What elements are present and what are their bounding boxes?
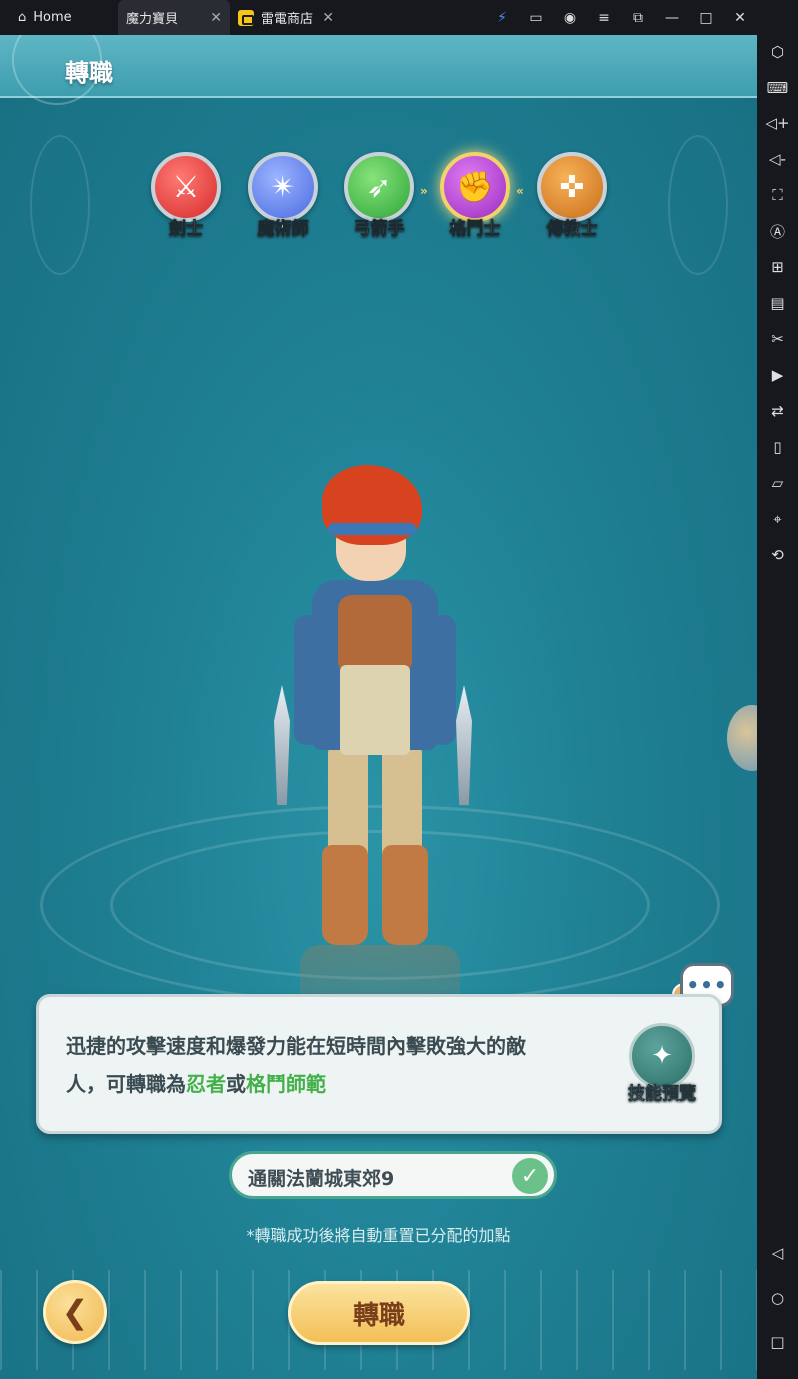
description-connector: 或 (226, 1072, 246, 1096)
selected-right-arrow-icon: « (516, 184, 524, 198)
close-tab-icon[interactable]: ✕ (210, 10, 222, 26)
tab-store-label: 雷電商店 (261, 12, 314, 27)
popout-icon[interactable]: ⧉ (621, 0, 655, 35)
npc-avatar-edge (727, 705, 757, 771)
sync-icon[interactable]: ⇄ (757, 396, 798, 426)
location-icon[interactable]: ⌖ (757, 504, 798, 534)
record-video-icon[interactable]: ▶ (757, 360, 798, 390)
shake-icon[interactable]: ▯ (757, 432, 798, 462)
class-archer[interactable]: ➶ 弓箭手 (339, 152, 419, 239)
fist-icon: ✊ (440, 152, 510, 222)
volume-up-icon[interactable]: ◁+ (757, 108, 798, 138)
class-selector: ⚔ 劍士 ✴ 魔術師 ➶ 弓箭手 » ✊ 格鬥士 « ✜ 傳教士 (0, 152, 757, 272)
class-priest[interactable]: ✜ 傳教士 (532, 152, 612, 239)
tab-home-label: Home (33, 10, 72, 25)
game-header: 轉職 (0, 35, 757, 105)
description-line2-prefix: 人，可轉職為 (66, 1072, 186, 1096)
skill-preview-button[interactable]: ✦ 技能預覽 (617, 1023, 707, 1113)
window-controls: ⚡ ▭ ◉ ≡ ⧉ — □ ✕ « (485, 0, 798, 35)
home-icon: ⌂ (18, 10, 27, 25)
class-name: 弓箭手 (353, 219, 405, 240)
class-description: 迅捷的攻擊速度和爆發力能在短時間內擊敗強大的敵 人，可轉職為忍者或格鬥師範 (66, 1027, 596, 1103)
close-window-icon[interactable]: ✕ (723, 0, 757, 35)
back-button[interactable]: ❮ (43, 1280, 107, 1344)
class-name: 魔術師 (257, 219, 309, 240)
class-fighter[interactable]: ✊ 格鬥士 (435, 152, 515, 239)
scissors-icon[interactable]: ✂ (757, 324, 798, 354)
class-mage[interactable]: ✴ 魔術師 (243, 152, 323, 239)
apk-install-icon[interactable]: ▤ (757, 288, 798, 318)
performance-bolt-icon[interactable]: ⚡ (485, 0, 519, 35)
sword-icon: ⚔ (151, 152, 221, 222)
character-headband (328, 523, 416, 535)
volume-down-icon[interactable]: ◁- (757, 144, 798, 174)
minimize-icon[interactable]: — (655, 0, 689, 35)
class-description-panel: 迅捷的攻擊速度和爆發力能在短時間內擊敗強大的敵 人，可轉職為忍者或格鬥師範 ✦ … (36, 994, 722, 1134)
tab-game-label: 魔力寶貝 (126, 12, 179, 27)
auto-click-icon[interactable]: Ⓐ (757, 216, 798, 246)
class-name: 傳教士 (546, 219, 598, 240)
tab-home[interactable]: ⌂ Home (0, 0, 118, 35)
magic-icon: ✴ (248, 152, 318, 222)
right-boot (382, 845, 428, 945)
description-line1: 迅捷的攻擊速度和爆發力能在短時間內擊敗強大的敵 (66, 1034, 526, 1058)
selected-left-arrow-icon: » (420, 184, 428, 198)
screenshot-icon[interactable]: ⛶ (757, 180, 798, 210)
store-app-icon (238, 9, 254, 26)
folder-icon[interactable]: ▱ (757, 468, 798, 498)
account-icon[interactable]: ◉ (553, 0, 587, 35)
reset-note: *轉職成功後將自動重置已分配的加點 (246, 1226, 511, 1245)
left-claw (274, 685, 290, 805)
gamepad-icon[interactable]: ▭ (519, 0, 553, 35)
skill-preview-label: 技能預覽 (628, 1084, 697, 1105)
settings-hex-icon[interactable]: ⬡ (757, 37, 798, 67)
bow-icon: ➶ (344, 152, 414, 222)
game-screen: 轉職 ⚔ 劍士 ✴ 魔術師 ➶ 弓箭手 » ✊ 格鬥士 « ✜ 傳教士 ••• … (0, 35, 757, 1379)
page-title: 轉職 (65, 59, 113, 87)
check-icon: ✓ (512, 1158, 548, 1194)
nav-back-icon[interactable]: ◁ (757, 1238, 798, 1268)
class-name: 格鬥士 (449, 219, 501, 240)
priest-icon: ✜ (537, 152, 607, 222)
character-model (270, 465, 480, 965)
advance-option-ninja: 忍者 (186, 1072, 226, 1096)
tab-store[interactable]: 雷電商店 ✕ (230, 0, 342, 35)
multi-instance-icon[interactable]: ⊞ (757, 252, 798, 282)
requirement-badge: 通關法蘭城東郊9 ✓ (229, 1151, 557, 1199)
class-name: 劍士 (169, 219, 204, 240)
close-tab-icon[interactable]: ✕ (322, 10, 334, 26)
requirement-text: 通關法蘭城東郊9 (248, 1168, 395, 1190)
character-sash (340, 665, 410, 755)
menu-icon[interactable]: ≡ (587, 0, 621, 35)
keyboard-icon[interactable]: ⌨ (757, 73, 798, 103)
nav-home-icon[interactable]: ○ (757, 1283, 798, 1313)
rotate-icon[interactable]: ⟲ (757, 540, 798, 570)
emulator-tab-bar: ⌂ Home 魔力寶貝 ✕ 雷電商店 ✕ ⚡ ▭ ◉ ≡ ⧉ — □ ✕ « (0, 0, 798, 1379)
advance-option-master: 格鬥師範 (246, 1072, 326, 1096)
class-swordsman[interactable]: ⚔ 劍士 (146, 152, 226, 239)
back-arrow-icon: ❮ (61, 1293, 89, 1331)
maximize-icon[interactable]: □ (689, 0, 723, 35)
left-boot (322, 845, 368, 945)
confirm-advance-button[interactable]: 轉職 (288, 1281, 470, 1345)
character-vest (338, 595, 412, 675)
right-claw (456, 685, 472, 805)
nav-recent-icon[interactable]: □ (757, 1327, 798, 1357)
emulator-sidebar: ⬡ ⌨ ◁+ ◁- ⛶ Ⓐ ⊞ ▤ ✂ ▶ ⇄ ▯ ▱ ⌖ ⟲ ◁ ○ □ (757, 0, 798, 1379)
tab-game[interactable]: 魔力寶貝 ✕ (0, 0, 757, 1379)
